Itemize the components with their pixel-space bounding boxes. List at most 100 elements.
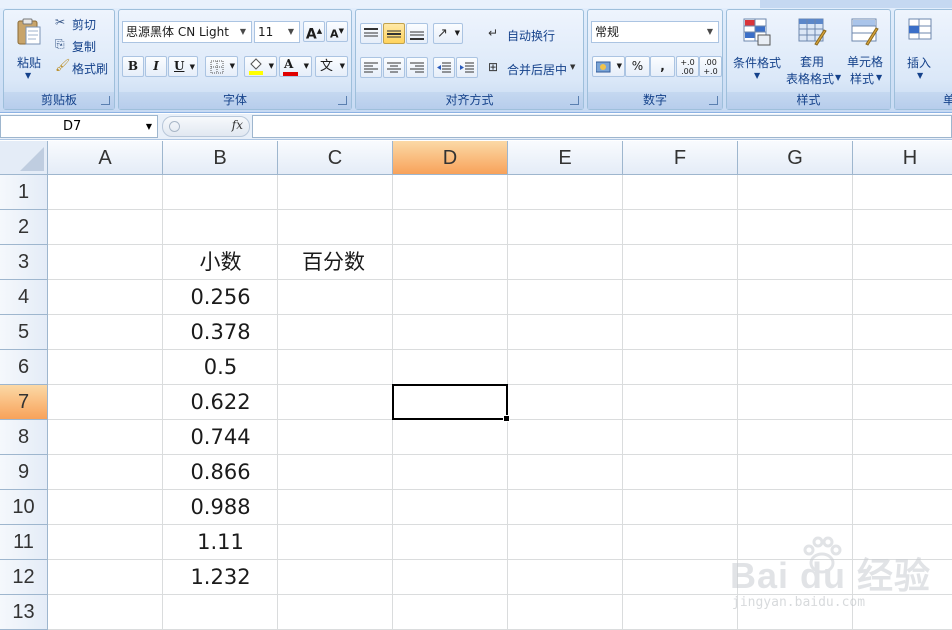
percent-style-button[interactable]: %	[625, 56, 650, 77]
column-header-e[interactable]: E	[508, 141, 623, 175]
insert-button[interactable]: 插入 ▼	[897, 12, 941, 90]
cell-b9[interactable]: 0.866	[163, 455, 278, 490]
cell-b5[interactable]: 0.378	[163, 315, 278, 350]
borders-button[interactable]: ▼	[205, 56, 238, 77]
orientation-button[interactable]: ↗ ▼	[433, 23, 463, 44]
decrease-decimal-icon: .00 +.0	[703, 58, 718, 76]
decrease-indent-button[interactable]	[433, 57, 455, 78]
insert-label: 插入	[907, 56, 932, 70]
row-header-6[interactable]: 6	[0, 350, 48, 385]
cell-b4[interactable]: 0.256	[163, 280, 278, 315]
row-header-13[interactable]: 13	[0, 595, 48, 630]
row-header-8[interactable]: 8	[0, 420, 48, 455]
align-center-button[interactable]	[383, 57, 405, 78]
dialog-launcher-icon[interactable]	[709, 96, 718, 105]
increase-decimal-button[interactable]: +.0 .00	[676, 56, 699, 77]
align-middle-icon	[387, 30, 401, 38]
font-size-select[interactable]: 11 ▼	[254, 21, 300, 43]
row-header-1[interactable]: 1	[0, 175, 48, 210]
accounting-format-button[interactable]: ▼	[592, 56, 625, 77]
chevron-down-icon: ▼	[239, 27, 247, 36]
number-group-label: 数字	[588, 92, 722, 109]
cell-b8[interactable]: 0.744	[163, 420, 278, 455]
row-header-9[interactable]: 9	[0, 455, 48, 490]
bold-button[interactable]: B	[122, 56, 144, 77]
wrap-text-button[interactable]: ↵ 自动换行	[485, 23, 577, 45]
cell-b10[interactable]: 0.988	[163, 490, 278, 525]
phonetic-button[interactable]: 文 ▼	[315, 56, 348, 77]
align-left-button[interactable]	[360, 57, 382, 78]
row-header-11[interactable]: 11	[0, 525, 48, 560]
row-header-12[interactable]: 12	[0, 560, 48, 595]
cell-b11[interactable]: 1.11	[163, 525, 278, 560]
chevron-down-icon: ▼	[917, 71, 924, 80]
baidu-watermark: Bai du 经验 jingyan.baidu.com	[730, 535, 952, 629]
column-header-g[interactable]: G	[738, 141, 853, 175]
row-header-4[interactable]: 4	[0, 280, 48, 315]
align-bottom-button[interactable]	[406, 23, 428, 44]
cell-styles-button[interactable]: 单元格 样式 ▼	[839, 12, 889, 90]
dialog-launcher-icon[interactable]	[570, 96, 579, 105]
row-header-3[interactable]: 3	[0, 245, 48, 280]
cell-b7[interactable]: 0.622	[163, 385, 278, 420]
insert-function-button[interactable]: fx	[232, 118, 243, 132]
chevron-down-icon: ▼	[339, 62, 345, 70]
copy-label: 复制	[72, 40, 97, 54]
styles-group-label: 样式	[727, 92, 890, 109]
gridline-horizontal	[48, 209, 952, 210]
font-name-select[interactable]: 思源黑体 CN Light ▼	[122, 21, 252, 43]
format-as-table-icon	[798, 18, 827, 46]
cell-b6[interactable]: 0.5	[163, 350, 278, 385]
align-top-button[interactable]	[360, 23, 382, 44]
column-header-f[interactable]: F	[623, 141, 738, 175]
decrease-decimal-button[interactable]: .00 +.0	[699, 56, 722, 77]
fill-color-button[interactable]: ▼	[244, 56, 277, 77]
dialog-launcher-icon[interactable]	[338, 96, 347, 105]
format-painter-label: 格式刷	[72, 62, 109, 76]
cell-styles-icon	[851, 18, 879, 46]
column-header-b[interactable]: B	[163, 141, 278, 175]
grow-font-button[interactable]: A▲	[303, 21, 325, 43]
active-cell-selection[interactable]	[392, 384, 510, 422]
italic-button[interactable]: I	[145, 56, 167, 77]
merge-center-button[interactable]: ⊞ 合并后居中 ▼	[485, 57, 580, 79]
select-all-button[interactable]	[0, 141, 48, 175]
increase-indent-button[interactable]	[456, 57, 478, 78]
format-painter-button[interactable]: 🖌 格式刷	[52, 57, 114, 77]
expand-handle-icon[interactable]	[169, 121, 180, 132]
font-color-button[interactable]: A ▼	[279, 56, 312, 77]
watermark-url: jingyan.baidu.com	[732, 595, 866, 610]
row-header-2[interactable]: 2	[0, 210, 48, 245]
format-as-table-button[interactable]: 套用 表格格式 ▼	[785, 12, 841, 90]
cell-c3[interactable]: 百分数	[278, 245, 393, 280]
shrink-font-button[interactable]: A▼	[326, 21, 348, 42]
column-header-h[interactable]: H	[853, 141, 952, 175]
number-format-select[interactable]: 常规 ▼	[591, 21, 719, 43]
cell-b3[interactable]: 小数	[163, 245, 278, 280]
dialog-launcher-icon[interactable]	[101, 96, 110, 105]
row-header-10[interactable]: 10	[0, 490, 48, 525]
column-header-a[interactable]: A	[48, 141, 163, 175]
align-right-button[interactable]	[406, 57, 428, 78]
chevron-down-icon: ▼	[616, 62, 622, 70]
shrink-font-icon: A	[330, 27, 339, 41]
underline-button[interactable]: U ▼	[168, 56, 198, 77]
name-box[interactable]: D7 ▼	[0, 115, 158, 138]
row-header-7[interactable]: 7	[0, 385, 48, 420]
column-header-c[interactable]: C	[278, 141, 393, 175]
cell-b12[interactable]: 1.232	[163, 560, 278, 595]
formula-input[interactable]	[252, 115, 952, 138]
row-header-5[interactable]: 5	[0, 315, 48, 350]
align-middle-button[interactable]	[383, 23, 405, 44]
comma-style-button[interactable]: ,	[650, 56, 675, 77]
cut-button[interactable]: ✂ 剪切	[52, 13, 112, 33]
paste-button[interactable]: 粘贴 ▼	[7, 12, 49, 90]
formula-bar: D7 ▼ fx	[0, 114, 952, 140]
percent-icon: %	[631, 59, 644, 73]
decrease-indent-icon	[437, 62, 451, 73]
column-header-d[interactable]: D	[393, 141, 508, 175]
chevron-down-icon[interactable]: ▼	[143, 116, 155, 137]
conditional-formatting-button[interactable]: 条件格式 ▼	[729, 12, 783, 90]
copy-button[interactable]: ⎘ 复制	[52, 35, 112, 55]
align-center-icon	[387, 62, 401, 73]
